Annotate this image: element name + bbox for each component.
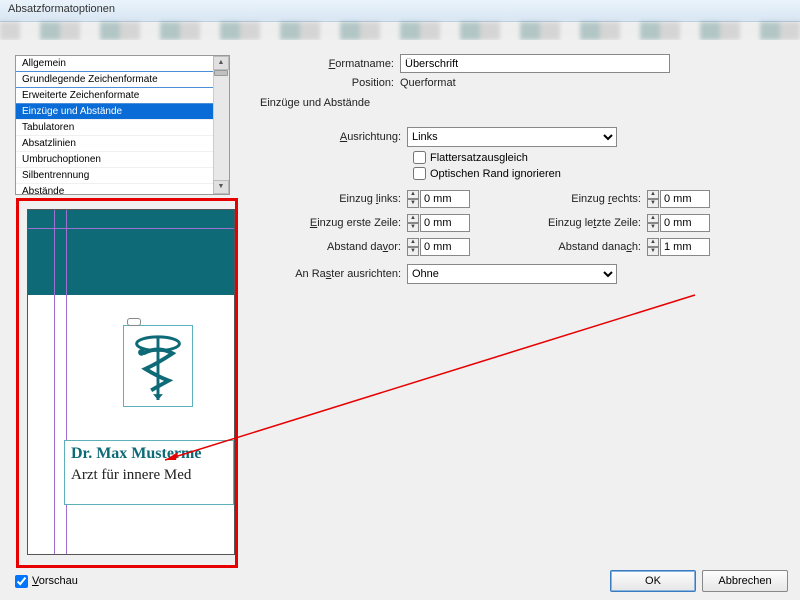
optischer-rand-label: Optischen Rand ignorieren (430, 168, 561, 180)
einzug-rechts-stepper[interactable]: ▲▼ (647, 190, 727, 208)
spin-down-icon[interactable]: ▼ (407, 247, 419, 256)
raster-label: An Raster ausrichten: (260, 268, 407, 280)
einzug-links-label: Einzug links: (260, 193, 407, 205)
preview-subheading: Arzt für innere Med (71, 467, 227, 484)
sidebar-item-silbentrennung[interactable]: Silbentrennung (16, 168, 229, 184)
sidebar-item-allgemein[interactable]: Allgemein (16, 56, 229, 72)
einzug-letzte-stepper[interactable]: ▲▼ (647, 214, 727, 232)
sidebar-item-erweiterte[interactable]: Erweiterte Zeichenformate (16, 88, 229, 104)
einzug-rechts-input[interactable] (660, 190, 710, 208)
link-icon (127, 318, 141, 326)
spin-up-icon[interactable]: ▲ (647, 214, 659, 223)
einzug-letzte-input[interactable] (660, 214, 710, 232)
abstand-davor-input[interactable] (420, 238, 470, 256)
preview-guide-vertical-1 (54, 210, 55, 554)
preview-highlight-box: Dr. Max Musterme Arzt für innere Med (16, 198, 238, 568)
spin-down-icon[interactable]: ▼ (647, 247, 659, 256)
sidebar-item-tabulatoren[interactable]: Tabulatoren (16, 120, 229, 136)
asclepius-icon (124, 326, 192, 406)
scroll-up-icon[interactable]: ▲ (213, 56, 229, 70)
spin-down-icon[interactable]: ▼ (407, 199, 419, 208)
scroll-thumb[interactable] (214, 70, 228, 76)
spin-up-icon[interactable]: ▲ (407, 238, 419, 247)
abstand-danach-stepper[interactable]: ▲▼ (647, 238, 727, 256)
ausrichtung-label: Ausrichtung: (260, 131, 407, 143)
einzug-rechts-label: Einzug rechts: (487, 193, 647, 205)
vorschau-label: Vorschau (32, 575, 78, 587)
dialog-footer: Vorschau OK Abbrechen (15, 570, 788, 592)
spin-up-icon[interactable]: ▲ (407, 214, 419, 223)
sidebar-item-absatzlinien[interactable]: Absatzlinien (16, 136, 229, 152)
spin-up-icon[interactable]: ▲ (647, 238, 659, 247)
abstand-davor-label: Abstand davor: (260, 241, 407, 253)
abstand-danach-label: Abstand danach: (487, 241, 647, 253)
ok-button[interactable]: OK (610, 570, 696, 592)
formatname-input[interactable] (400, 54, 670, 73)
window-titlebar: Absatzformatoptionen (0, 0, 800, 22)
background-blur (0, 22, 800, 40)
position-value: Querformat (400, 77, 456, 89)
preview-text-frame: Dr. Max Musterme Arzt für innere Med (64, 440, 234, 505)
abstand-davor-stepper[interactable]: ▲▼ (407, 238, 487, 256)
flattersatz-label: Flattersatzausgleich (430, 152, 528, 164)
sidebar-item-einzuege[interactable]: Einzüge und Abstände (16, 104, 229, 120)
einzug-links-stepper[interactable]: ▲▼ (407, 190, 487, 208)
flattersatz-checkbox[interactable] (413, 151, 426, 164)
form-panel: Formatname: Position: Querformat Einzüge… (260, 54, 800, 288)
section-title: Einzüge und Abstände (260, 97, 800, 109)
preview-heading: Dr. Max Musterme (71, 445, 227, 463)
preview-logo-frame (123, 325, 193, 407)
ausrichtung-select[interactable]: Links (407, 127, 617, 147)
einzug-letzte-label: Einzug letzte Zeile: (487, 217, 647, 229)
spin-down-icon[interactable]: ▼ (647, 199, 659, 208)
optischer-rand-checkbox[interactable] (413, 167, 426, 180)
formatname-label: Formatname: (260, 58, 400, 70)
preview-guide-horizontal (28, 228, 234, 229)
einzug-links-input[interactable] (420, 190, 470, 208)
einzug-erste-input[interactable] (420, 214, 470, 232)
sidebar-scrollbar[interactable]: ▲ ▼ (213, 56, 229, 194)
preview-page: Dr. Max Musterme Arzt für innere Med (27, 209, 235, 555)
category-sidebar: Allgemein Grundlegende Zeichenformate Er… (15, 55, 230, 195)
einzug-erste-label: Einzug erste Zeile: (260, 217, 407, 229)
cancel-button[interactable]: Abbrechen (702, 570, 788, 592)
abstand-danach-input[interactable] (660, 238, 710, 256)
sidebar-item-grundlegende[interactable]: Grundlegende Zeichenformate (16, 72, 229, 88)
vorschau-checkbox[interactable] (15, 575, 28, 588)
spin-up-icon[interactable]: ▲ (407, 190, 419, 199)
dialog-content: Allgemein Grundlegende Zeichenformate Er… (0, 40, 800, 600)
position-label: Position: (260, 77, 400, 89)
einzug-erste-stepper[interactable]: ▲▼ (407, 214, 487, 232)
sidebar-item-umbruch[interactable]: Umbruchoptionen (16, 152, 229, 168)
spin-down-icon[interactable]: ▼ (647, 223, 659, 232)
scroll-down-icon[interactable]: ▼ (213, 180, 229, 194)
raster-select[interactable]: Ohne (407, 264, 617, 284)
spin-down-icon[interactable]: ▼ (407, 223, 419, 232)
spin-up-icon[interactable]: ▲ (647, 190, 659, 199)
preview-header-bar (28, 210, 234, 295)
